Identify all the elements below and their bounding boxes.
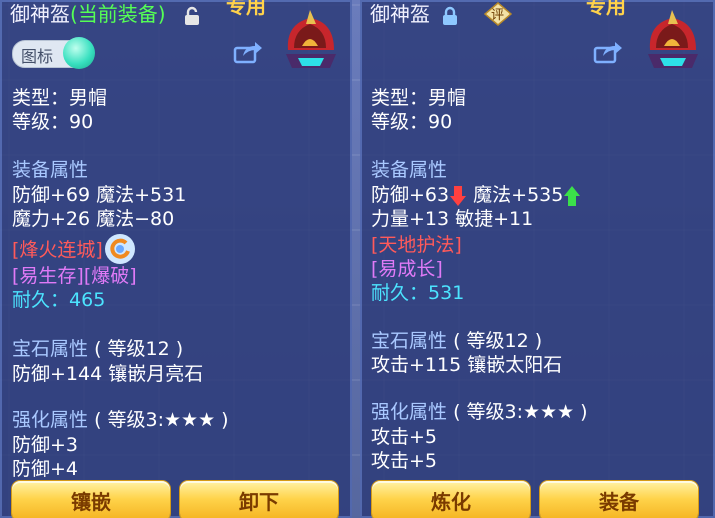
attr-header: 装备属性 (371, 159, 448, 181)
gem-header: 宝石属性 (12, 338, 89, 360)
durability-value: 531 (428, 282, 465, 304)
durability-value: 465 (69, 289, 106, 311)
rating-badge[interactable]: 评 (483, 2, 513, 26)
compare-item-panel: 御神盔 评 专用 类型：男帽 等级：90 装备属性 防御+63 魔法+535 力… (360, 0, 715, 518)
attr-defense: 防御+63 (371, 184, 450, 206)
unlock-icon[interactable] (184, 6, 200, 26)
gem-line: 攻击+115 镶嵌太阳石 (371, 354, 563, 376)
exclusive-label: 专用 (586, 0, 626, 18)
level-label: 等级：90 (12, 111, 94, 133)
type-label: 类型：男帽 (371, 87, 467, 109)
special-label: [易生存][爆破] (12, 265, 137, 287)
gem-level: ( 等级12 ) (94, 338, 184, 360)
enhance-header: 强化属性 (12, 409, 89, 431)
enhance-line-1: 防御+3 (12, 434, 79, 456)
enhance-header: 强化属性 (371, 401, 448, 423)
enhance-level: ( 等级3:★★★ ) (94, 409, 229, 431)
helmet-icon (648, 10, 698, 68)
durability-row: 耐久：531 (371, 281, 464, 305)
icon-toggle-label: 图标 (21, 47, 54, 66)
arrow-up-icon (564, 185, 581, 206)
gem-header: 宝石属性 (371, 330, 448, 352)
attr-magic: 魔法+535 (473, 184, 564, 206)
item-title: 御神盔 (370, 2, 430, 26)
enhance-line-2: 防御+4 (12, 458, 79, 480)
attr-header: 装备属性 (12, 159, 89, 181)
helmet-icon (286, 10, 336, 68)
gem-level: ( 等级12 ) (453, 330, 543, 352)
type-label: 类型：男帽 (12, 87, 108, 109)
current-equipped-tag: (当前装备) (70, 2, 166, 26)
icon-toggle[interactable]: 图标 (12, 37, 95, 69)
skill-label: [天地护法] (371, 234, 462, 256)
item-name: 御神盔 (10, 2, 70, 26)
item-title: 御神盔(当前装备) (10, 2, 166, 26)
attr-line-2: 魔力+26 魔法−80 (12, 208, 175, 230)
enhance-line-1: 攻击+5 (371, 426, 438, 448)
arrow-down-icon (450, 185, 467, 206)
lock-icon[interactable] (442, 6, 458, 26)
share-icon[interactable] (233, 40, 263, 64)
gem-header-row: 宝石属性 ( 等级12 ) (371, 329, 542, 353)
durability-label: 耐久： (12, 289, 70, 311)
item-name: 御神盔 (370, 2, 430, 26)
level-label: 等级：90 (371, 111, 453, 133)
inlay-button[interactable]: 镶嵌 (12, 481, 170, 518)
durability-row: 耐久：465 (12, 288, 105, 312)
swirl-icon[interactable] (104, 233, 136, 265)
share-icon[interactable] (593, 40, 623, 64)
rating-badge-text: 评 (491, 8, 505, 23)
durability-label: 耐久： (371, 282, 429, 304)
gem-header-row: 宝石属性 ( 等级12 ) (12, 337, 183, 361)
toggle-knob[interactable] (63, 37, 95, 69)
attr-line-2: 力量+13 敏捷+11 (371, 208, 534, 230)
equipped-item-panel: 御神盔(当前装备) 专用 图标 类型：男帽 等级：90 装备属性 防御+69 魔… (0, 0, 352, 518)
enhance-level: ( 等级3:★★★ ) (453, 401, 588, 423)
enhance-header-row: 强化属性 ( 等级3:★★★ ) (12, 408, 229, 432)
skill-label: [烽火连城] (12, 239, 103, 261)
gem-line: 防御+144 镶嵌月亮石 (12, 363, 204, 385)
enhance-header-row: 强化属性 ( 等级3:★★★ ) (371, 400, 588, 424)
special-label: [易成长] (371, 258, 443, 280)
equip-button[interactable]: 装备 (540, 481, 698, 518)
attr-line-1: 防御+69 魔法+531 (12, 184, 187, 206)
unequip-button[interactable]: 卸下 (180, 481, 338, 518)
attr-line-1: 防御+63 魔法+535 (371, 183, 581, 207)
refine-button[interactable]: 炼化 (372, 481, 530, 518)
enhance-line-2: 攻击+5 (371, 450, 438, 472)
exclusive-label: 专用 (226, 0, 266, 18)
